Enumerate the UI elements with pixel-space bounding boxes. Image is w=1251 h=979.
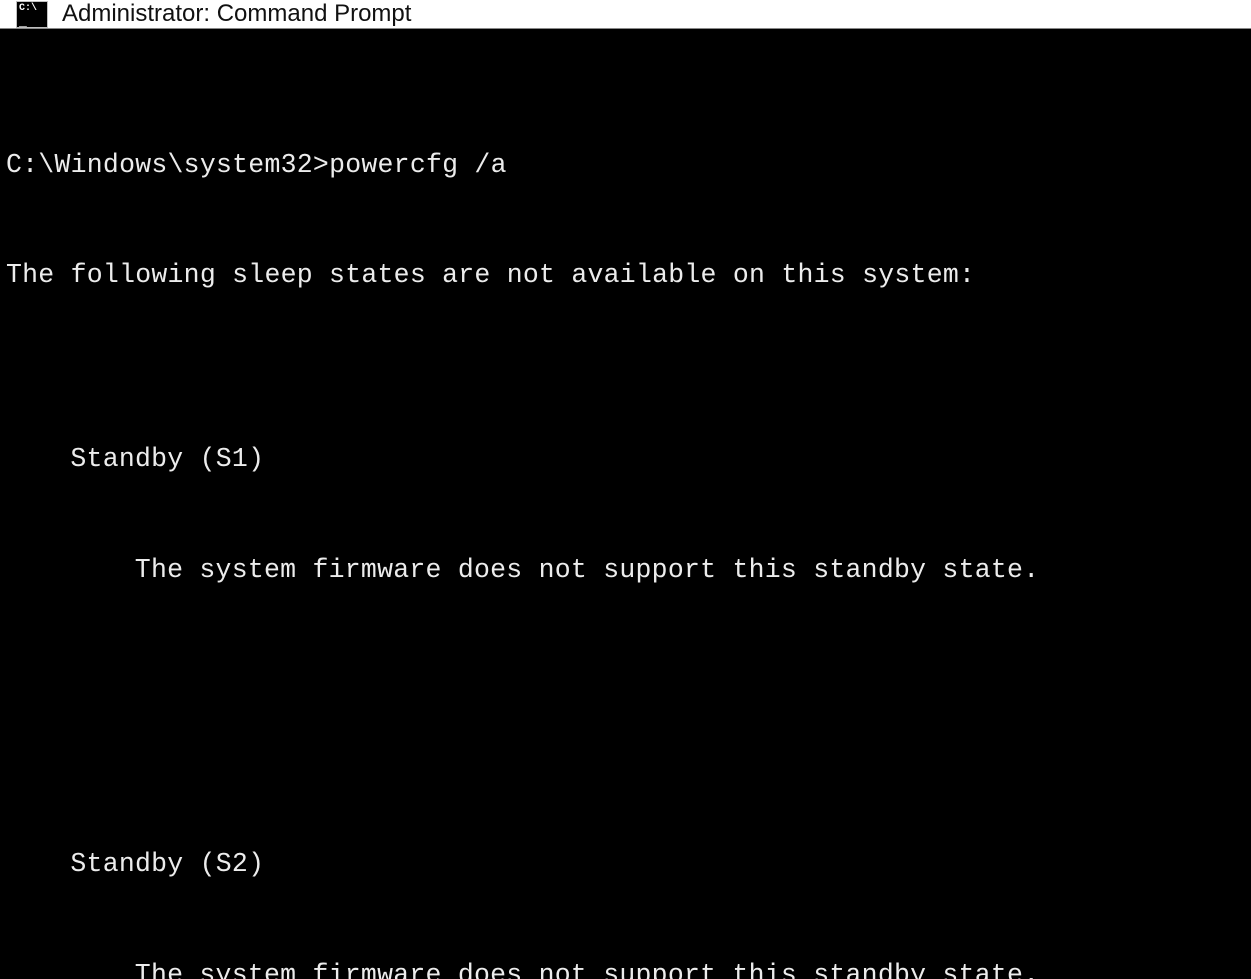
command: powercfg /a [329,150,507,180]
prompt-line: C:\Windows\system32>powercfg /a [6,147,1245,184]
state-reason: The system firmware does not support thi… [6,552,1245,589]
output-header: The following sleep states are not avail… [6,257,1245,294]
titlebar[interactable]: Administrator: Command Prompt [0,0,1251,29]
state-name: Standby (S2) [6,846,1245,883]
command-prompt-window: Administrator: Command Prompt C:\Windows… [0,0,1251,979]
state-reason: The system firmware does not support thi… [6,957,1245,979]
cmd-icon [16,1,48,28]
prompt: C:\Windows\system32> [6,150,329,180]
state-name: Standby (S1) [6,441,1245,478]
terminal-area[interactable]: C:\Windows\system32>powercfg /a The foll… [0,29,1251,979]
window-title: Administrator: Command Prompt [62,0,411,28]
blank-line [6,662,1245,699]
